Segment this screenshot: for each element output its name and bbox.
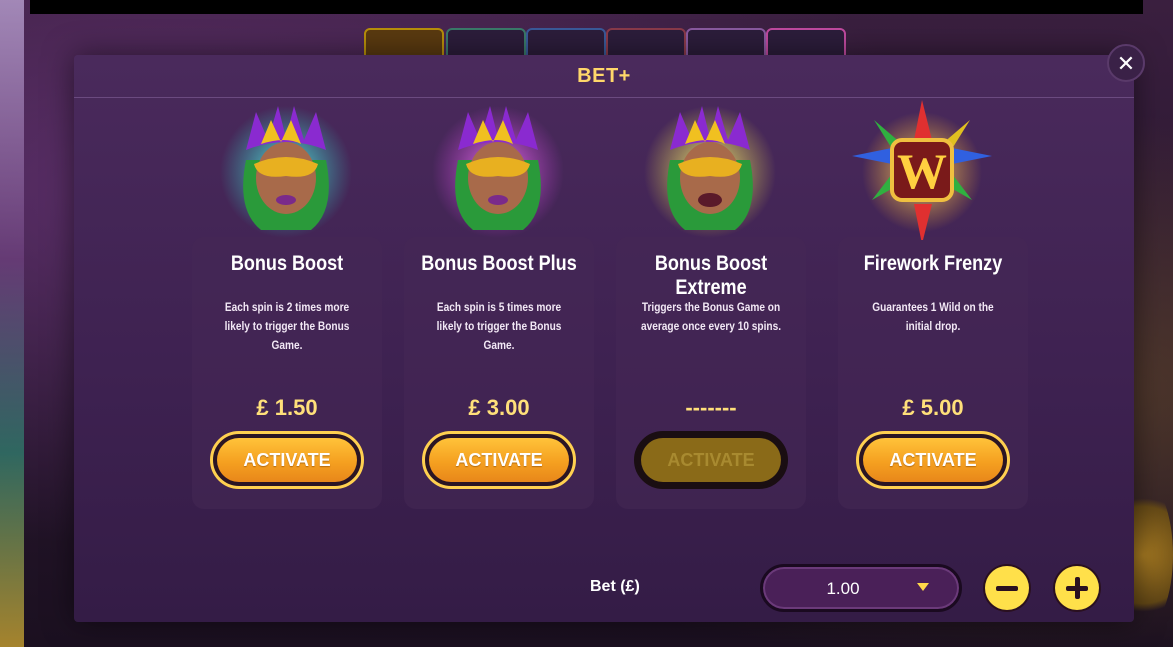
background-top-bar xyxy=(30,0,1143,14)
card-price: ------- xyxy=(685,395,737,420)
caret-down-icon xyxy=(917,583,929,591)
close-button[interactable]: ✕ xyxy=(1107,44,1145,82)
activate-button-disabled: ACTIVATE xyxy=(634,431,788,489)
card-description: Triggers the Bonus Game on average once … xyxy=(640,302,782,333)
activate-button-label: ACTIVATE xyxy=(641,438,781,482)
card-title: Bonus Boost Extreme xyxy=(654,252,768,299)
activate-button[interactable]: ACTIVATE xyxy=(856,431,1010,489)
minus-icon xyxy=(996,585,1018,591)
masked-woman-icon xyxy=(644,106,776,238)
activate-button[interactable]: ACTIVATE xyxy=(422,431,576,489)
increase-bet-button[interactable] xyxy=(1055,566,1099,610)
activate-button-label: ACTIVATE xyxy=(429,438,569,482)
card-description: Each spin is 5 times more likely to trig… xyxy=(436,302,562,352)
card-firework-frenzy: Firework Frenzy Guarantees 1 Wild on the… xyxy=(838,237,1028,509)
card-bonus-boost-extreme: Bonus Boost Extreme Triggers the Bonus G… xyxy=(616,237,806,509)
bet-label: Bet (£) xyxy=(590,578,640,595)
card-description: Each spin is 2 times more likely to trig… xyxy=(224,302,350,352)
bet-value: 1.00 xyxy=(826,579,860,598)
background-decoration xyxy=(0,0,24,647)
plus-icon xyxy=(1066,577,1088,599)
card-title: Bonus Boost Plus xyxy=(421,252,577,275)
card-bonus-boost-plus: Bonus Boost Plus Each spin is 5 times mo… xyxy=(404,237,594,509)
modal-header: BET+ xyxy=(74,55,1134,98)
close-icon: ✕ xyxy=(1116,51,1136,76)
masked-woman-icon xyxy=(220,106,352,238)
activate-button-label: ACTIVATE xyxy=(863,438,1003,482)
card-title: Firework Frenzy xyxy=(863,252,1003,275)
card-price: £ 3.00 xyxy=(468,395,530,420)
card-bonus-boost: Bonus Boost Each spin is 2 times more li… xyxy=(192,237,382,509)
wild-firework-icon: W xyxy=(852,100,992,240)
decrease-bet-button[interactable] xyxy=(985,566,1029,610)
activate-button-label: ACTIVATE xyxy=(217,438,357,482)
modal-title: BET+ xyxy=(577,64,631,87)
svg-text:W: W xyxy=(897,143,947,199)
activate-button[interactable]: ACTIVATE xyxy=(210,431,364,489)
card-title: Bonus Boost xyxy=(230,252,344,275)
card-price: £ 5.00 xyxy=(902,395,964,420)
masked-woman-icon xyxy=(432,106,564,238)
bet-amount-dropdown[interactable]: 1.00 xyxy=(760,564,962,612)
card-price: £ 1.50 xyxy=(256,395,318,420)
card-description: Guarantees 1 Wild on the initial drop. xyxy=(872,302,994,333)
